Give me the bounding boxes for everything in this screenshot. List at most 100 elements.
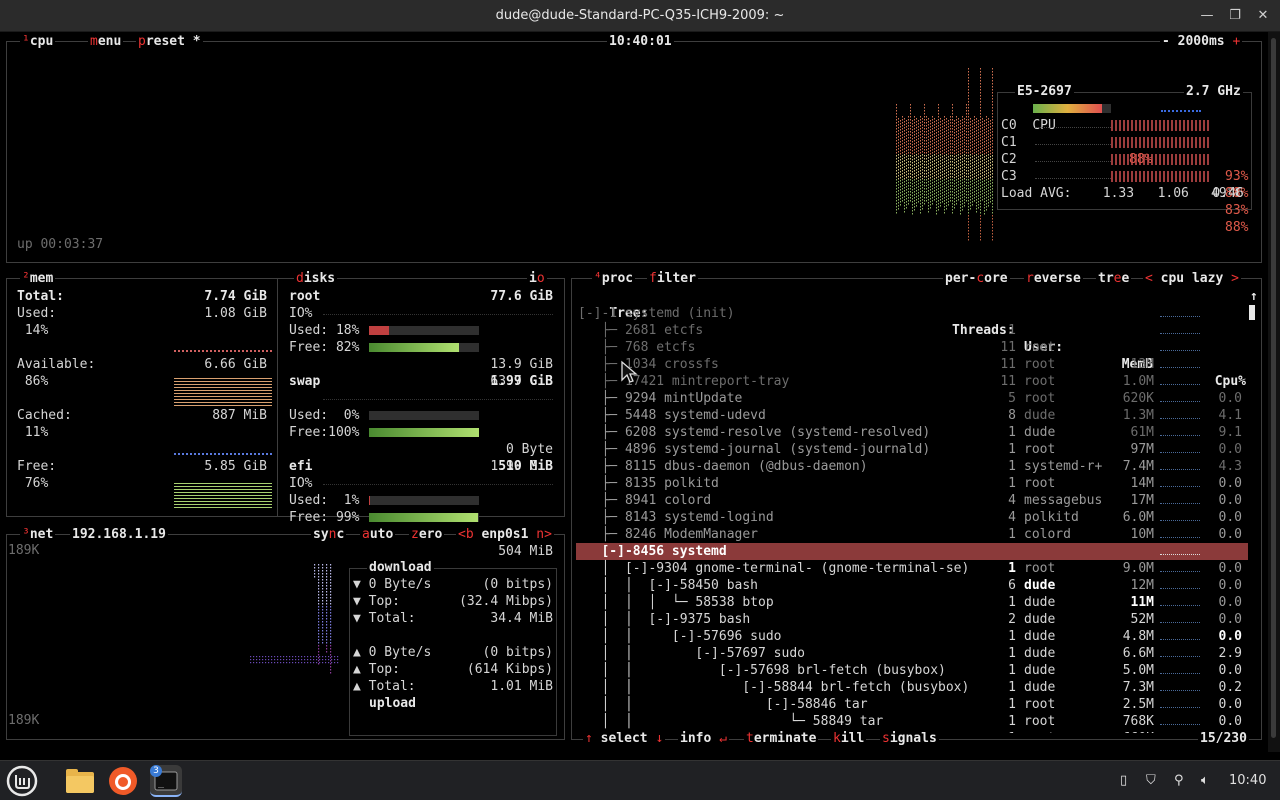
zero-toggle[interactable]: zero — [409, 527, 445, 542]
disks-header[interactable]: disks — [294, 271, 338, 286]
signals-button[interactable]: signals — [880, 731, 939, 746]
net-up-row: ▲ Total: 1.01 MiB — [353, 679, 553, 694]
process-row[interactable]: │ │ │ └─ 58538 btop 2 dude 6.6M 0.2 — [576, 594, 1248, 695]
process-row[interactable]: │ │ [-]-57696 sudo 1 dude 7.3M 0.0 — [576, 628, 1248, 729]
process-row[interactable]: ├─ 6208 systemd-resolve (systemd-resolve… — [576, 424, 1248, 525]
taskbar: _ 3 ▯ ⛉ ⚲ 🔈︎ 10:40 — [0, 760, 1280, 800]
proc-table-header: Tree: Threads: User: MemB Cpu% — [609, 306, 1246, 389]
free-mem-graph — [174, 482, 272, 508]
proc-scrollbar-thumb[interactable] — [1249, 305, 1255, 320]
used-mem-graph — [174, 350, 272, 353]
sort-selector[interactable]: < cpu lazy > — [1143, 271, 1241, 286]
load-avg: Load AVG: 1.33 1.06 0.46 — [1001, 186, 1244, 201]
shield-icon[interactable]: ⛉ — [1146, 773, 1156, 788]
download-label: download — [367, 560, 434, 575]
sync-toggle[interactable]: sync — [311, 527, 347, 542]
disk-free-bar — [369, 513, 479, 522]
disk-root: root 77.6 GiB IO% Used: 18% 13.9 GiB Free… — [289, 289, 553, 389]
process-row[interactable]: ├─ 768 etcfs 11 root 620K 9.1 — [576, 339, 1248, 440]
process-row[interactable]: │ │ [-]-58846 tar 1 root 384K 1.5 — [576, 696, 1248, 733]
process-list[interactable]: [-]-1 systemd (init) 1 root 13M 0.0 ├─ 2… — [576, 305, 1248, 733]
process-row[interactable]: │ [-]-9304 gnome-terminal- (gnome-termin… — [576, 560, 1248, 661]
process-row[interactable]: ├─ 8143 systemd-logind 1 root 9.0M 0.0 — [576, 509, 1248, 610]
cpu-total-row: CPU 88% 49°C — [1001, 100, 1251, 201]
mouse-cursor-icon — [621, 360, 638, 383]
ip-address: 192.168.1.19 — [70, 527, 168, 542]
process-row[interactable]: ├─ 5448 systemd-udevd 1 root 7.4M 0.0 — [576, 407, 1248, 508]
network-icon[interactable]: ⚲ — [1174, 773, 1184, 788]
firefox-icon[interactable] — [107, 765, 139, 797]
window-title: dude@dude-Standard-PC-Q35-ICH9-2009: ~ — [495, 8, 785, 23]
process-row[interactable]: ├─ 9294 mintUpdate 8 dude 97M 0.0 — [576, 390, 1248, 491]
mem-box-header[interactable]: ²mem — [20, 271, 56, 286]
net-up-row: ▲ Top: (614 Kibps) — [353, 662, 553, 677]
kill-button[interactable]: kill — [831, 731, 867, 746]
proc-box-header[interactable]: ⁴proc — [592, 271, 636, 286]
process-row[interactable]: │ │ [-]-58844 brl-fetch (busybox) 1 root… — [576, 679, 1248, 733]
window-titlebar[interactable]: dude@dude-Standard-PC-Q35-ICH9-2009: ~ —… — [0, 0, 1280, 32]
core-row: C0 93% — [1001, 118, 1249, 184]
process-row[interactable]: [-]-1 systemd (init) 1 root 13M 0.0 — [576, 305, 1248, 406]
info-button[interactable]: info ↵ — [678, 731, 729, 746]
interface-selector[interactable]: <b enp0s1 n> — [456, 527, 554, 542]
net-box-header[interactable]: ³net — [20, 527, 56, 542]
clipboard-icon[interactable]: ▯ — [1120, 773, 1127, 788]
process-row[interactable]: │ │ [-]-57698 brl-fetch (busybox) 1 root… — [576, 662, 1248, 729]
terminal-area[interactable]: ¹cpu menu preset * 10:40:01 - 2000ms + u… — [0, 32, 1268, 752]
net-down-row: ▼ Total: 34.4 MiB — [353, 611, 553, 626]
volume-icon[interactable]: 🔈︎ — [1201, 773, 1209, 788]
uptime-label: up 00:03:37 — [17, 237, 104, 252]
process-row[interactable]: ├─ 8135 polkitd 4 polkitd 10M 0.0 — [576, 475, 1248, 576]
disk-efi: efi510 MiB IO% Used: 1% 6.14 MiB Free: 9… — [289, 459, 553, 559]
refresh-rate[interactable]: - 2000ms + — [1160, 34, 1243, 49]
disk-used-bar — [369, 411, 479, 420]
process-row[interactable]: │ │ [-]-9375 bash 1 dude 5.0M 0.0 — [576, 611, 1248, 712]
process-row[interactable]: │ │ [-]-58450 bash 1 dude 4.8M 0.0 — [576, 577, 1248, 678]
process-row[interactable]: ├─ 1034 crossfs 11 root 1.3M 0.0 — [576, 356, 1248, 457]
process-row[interactable]: ├─ 8115 dbus-daemon (@dbus-daemon) 1 mes… — [576, 458, 1248, 559]
cpu-total-bar — [1033, 104, 1111, 113]
process-row[interactable]: [-]-8456 systemd 1 dude 11M 0.0 — [576, 543, 1248, 644]
clock-label: 10:40:01 — [607, 34, 674, 49]
disk-used-bar — [369, 326, 479, 335]
net-scale-bottom: 189K — [8, 713, 40, 728]
reverse-toggle[interactable]: reverse — [1024, 271, 1083, 286]
terminal-scrollbar[interactable] — [1268, 32, 1280, 752]
close-icon[interactable]: ✕ — [1254, 7, 1272, 25]
maximize-icon[interactable]: ❐ — [1226, 7, 1244, 25]
linux-mint-menu-icon[interactable] — [6, 765, 38, 797]
disk-free-bar — [369, 428, 479, 437]
select-button[interactable]: ↑ select ↓ — [583, 731, 666, 746]
io-toggle[interactable]: io — [527, 271, 547, 286]
process-row[interactable]: ├─ 4896 systemd-journal (systemd-journal… — [576, 441, 1248, 542]
process-row[interactable]: │ │ [-]-57697 sudo 1 dude 2.5M 0.0 — [576, 645, 1248, 733]
window-count-badge: 3 — [150, 765, 162, 777]
process-row[interactable]: │ │ └─ 58849 tar 1 root 384K 0.0 — [576, 713, 1248, 733]
cached-mem-graph — [174, 453, 272, 456]
process-row[interactable]: ├─ 8941 colord 4 colord 14M 0.0 — [576, 492, 1248, 593]
menu-button[interactable]: menu — [88, 34, 124, 49]
filter-button[interactable]: filter — [647, 271, 698, 286]
upload-label: upload — [367, 696, 418, 711]
sort-direction-icon[interactable]: ↑ — [1250, 288, 1258, 305]
tree-toggle[interactable]: tree — [1096, 271, 1132, 286]
svg-text:_: _ — [158, 777, 165, 788]
core-row: C3 88% — [1001, 169, 1249, 235]
minimize-icon[interactable]: — — [1198, 7, 1216, 25]
per-core-toggle[interactable]: per-core — [943, 271, 1010, 286]
preset-button[interactable]: preset * — [136, 34, 203, 49]
process-row[interactable]: ├─ 17421 mintreport-tray 5 dude 61M 4.3 — [576, 373, 1248, 474]
cpu-box-header[interactable]: ¹cpu — [20, 34, 56, 49]
net-up-row: ▲ 0 Byte/s (0 bitps) — [353, 645, 553, 660]
net-scale-top: 189K — [8, 543, 40, 558]
net-history-graph — [250, 564, 339, 674]
process-row[interactable]: ├─ 8246 ModemManager 4 root 12M 0.0 — [576, 526, 1248, 627]
process-row[interactable]: ├─ 2681 etcfs 11 root 1.0M 4.1 — [576, 322, 1248, 423]
files-icon[interactable] — [64, 765, 96, 797]
auto-toggle[interactable]: auto — [360, 527, 396, 542]
terminate-button[interactable]: terminate — [744, 731, 819, 746]
taskbar-clock[interactable]: 10:40 — [1229, 773, 1266, 788]
cpu-history-graph — [896, 68, 993, 241]
net-down-row: ▼ Top: (32.4 Mibps) — [353, 594, 553, 609]
terminal-icon[interactable]: _ 3 — [150, 765, 182, 797]
